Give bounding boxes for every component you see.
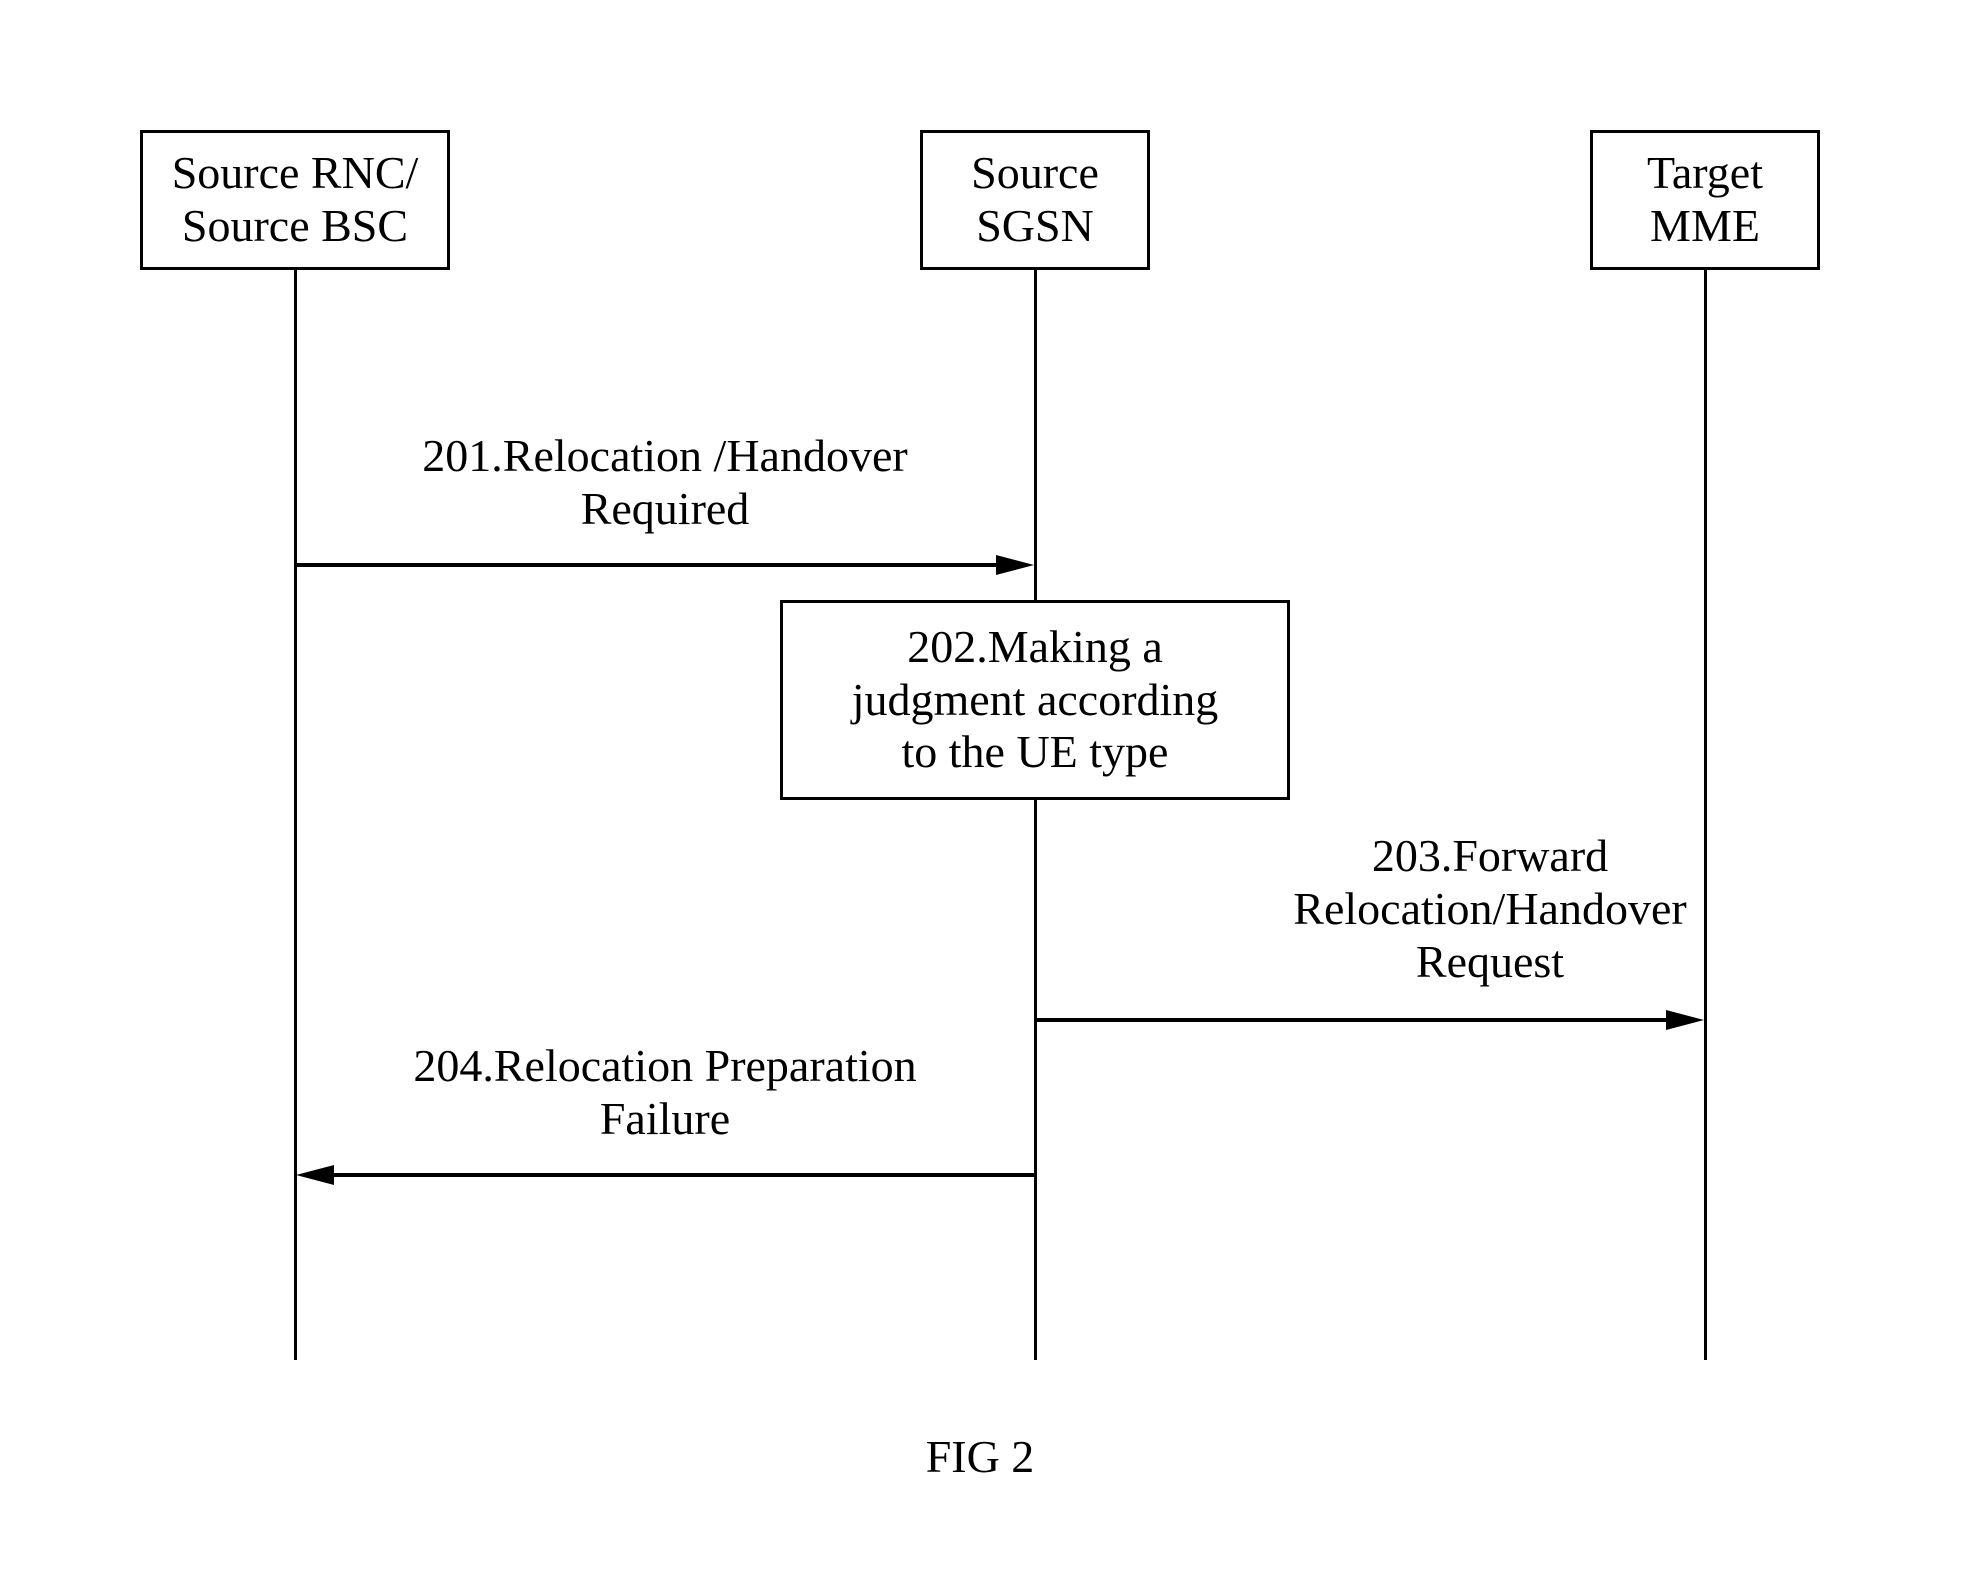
lifeline-source-rnc-bsc [294, 270, 297, 1360]
lifeline-source-sgsn [1034, 270, 1037, 1360]
figure-label: FIG 2 [880, 1430, 1080, 1483]
process-202-label: 202.Making a judgment according to the U… [852, 621, 1219, 780]
message-204-arrow [296, 1165, 1036, 1195]
message-203-label: 203.Forward Relocation/Handover Request [1250, 830, 1730, 989]
lifeline-header-source-sgsn: Source SGSN [920, 130, 1150, 270]
process-202-box: 202.Making a judgment according to the U… [780, 600, 1290, 800]
lifeline-label: Target MME [1647, 147, 1763, 253]
message-203-arrow [1036, 1010, 1706, 1040]
lifeline-header-source-rnc-bsc: Source RNC/ Source BSC [140, 130, 450, 270]
lifeline-target-mme [1704, 270, 1707, 1360]
lifeline-header-target-mme: Target MME [1590, 130, 1820, 270]
lifeline-label: Source SGSN [971, 147, 1099, 253]
message-201-arrow [296, 555, 1036, 585]
lifeline-label: Source RNC/ Source BSC [172, 147, 419, 253]
message-201-label: 201.Relocation /Handover Required [340, 430, 990, 536]
message-204-label: 204.Relocation Preparation Failure [320, 1040, 1010, 1146]
